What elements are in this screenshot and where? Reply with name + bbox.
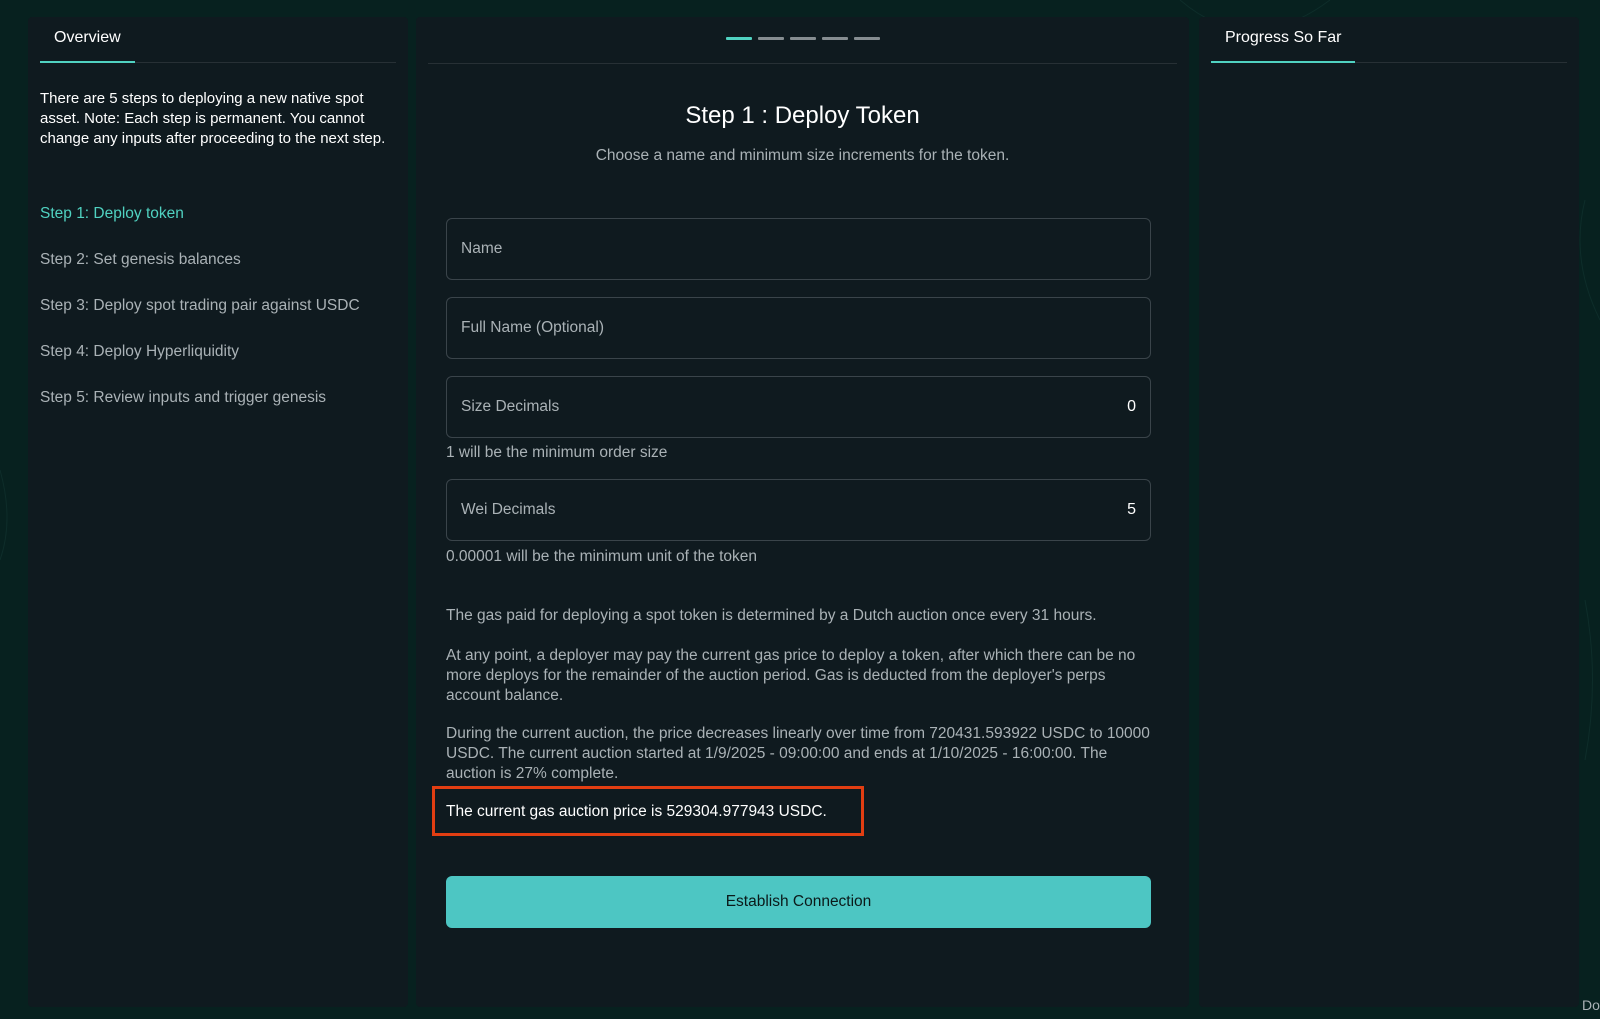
tab-overview[interactable]: Overview xyxy=(40,17,135,63)
page-subtitle: Choose a name and minimum size increment… xyxy=(595,147,1010,164)
progress-dash-3 xyxy=(789,37,816,40)
overview-intro: There are 5 steps to deploying a new nat… xyxy=(40,90,386,147)
step-progress-indicator xyxy=(416,37,1189,40)
step-item-review-genesis[interactable]: Step 5: Review inputs and trigger genesi… xyxy=(40,389,400,435)
gas-auction-paragraph-2: At any point, a deployer may pay the cur… xyxy=(446,647,1136,704)
wei-decimals-input[interactable]: Wei Decimals 5 xyxy=(446,479,1151,541)
size-decimals-label: Size Decimals xyxy=(461,398,560,415)
name-input-placeholder: Name xyxy=(461,240,503,257)
progress-dash-5 xyxy=(853,37,880,40)
progress-dash-2 xyxy=(757,37,784,40)
center-divider xyxy=(428,63,1177,64)
size-decimals-input[interactable]: Size Decimals 0 xyxy=(446,376,1151,438)
step-item-hyperliquidity[interactable]: Step 4: Deploy Hyperliquidity xyxy=(40,343,400,389)
size-decimals-value: 0 xyxy=(1127,398,1136,415)
tab-progress-so-far[interactable]: Progress So Far xyxy=(1211,17,1356,63)
full-name-input-placeholder: Full Name (Optional) xyxy=(461,319,604,336)
current-gas-price: The current gas auction price is 529304.… xyxy=(446,803,827,820)
full-name-input[interactable]: Full Name (Optional) xyxy=(446,297,1151,359)
progress-dash-1 xyxy=(725,37,752,40)
step-item-genesis-balances[interactable]: Step 2: Set genesis balances xyxy=(40,251,400,297)
name-input[interactable]: Name xyxy=(446,218,1151,280)
step-item-spot-trading-pair[interactable]: Step 3: Deploy spot trading pair against… xyxy=(40,297,400,343)
progress-panel: Progress So Far xyxy=(1199,17,1579,1007)
progress-dash-4 xyxy=(821,37,848,40)
wei-decimals-hint: 0.00001 will be the minimum unit of the … xyxy=(446,548,758,565)
size-decimals-hint: 1 will be the minimum order size xyxy=(446,444,668,461)
wei-decimals-label: Wei Decimals xyxy=(461,501,556,518)
gas-auction-paragraph-1: The gas paid for deploying a spot token … xyxy=(446,607,1097,624)
deploy-form-panel: Step 1 : Deploy Token Choose a name and … xyxy=(416,17,1189,1007)
progress-tab-row: Progress So Far xyxy=(1211,17,1567,63)
overview-tab-row: Overview xyxy=(40,17,396,63)
page-title: Step 1 : Deploy Token xyxy=(685,102,920,129)
step-item-deploy-token[interactable]: Step 1: Deploy token xyxy=(40,205,400,251)
overview-panel: Overview There are 5 steps to deploying … xyxy=(28,17,408,1007)
steps-list: Step 1: Deploy token Step 2: Set genesis… xyxy=(40,205,400,435)
corner-text: Do xyxy=(1582,997,1600,1013)
establish-connection-button[interactable]: Establish Connection xyxy=(446,876,1151,928)
wei-decimals-value: 5 xyxy=(1127,501,1136,518)
gas-auction-paragraph-3: During the current auction, the price de… xyxy=(446,725,1150,782)
